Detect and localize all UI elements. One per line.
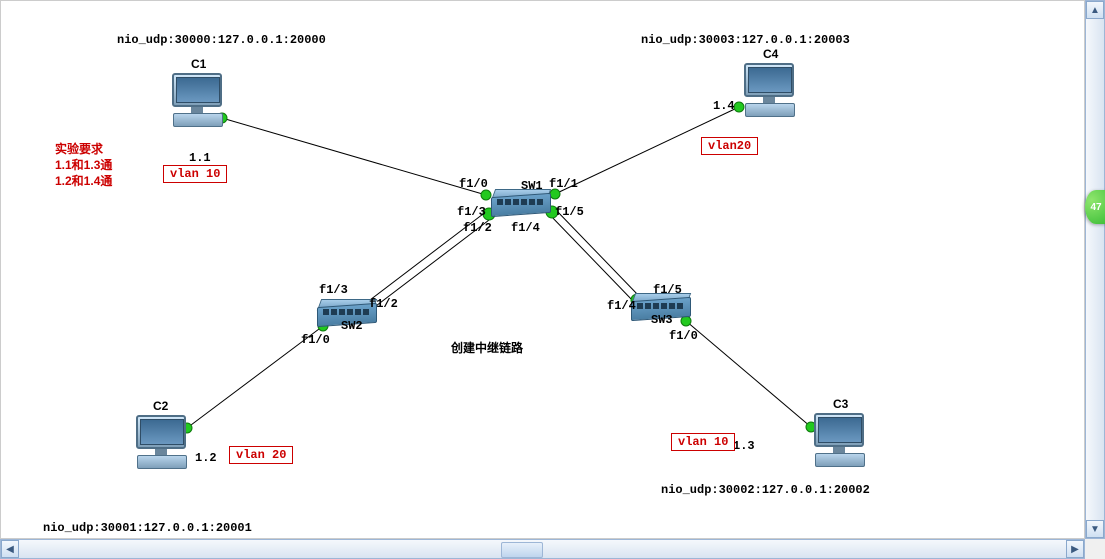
port-sw2-f13: f1/3: [319, 283, 348, 297]
scroll-up-button[interactable]: ▲: [1086, 1, 1104, 19]
port-sw2-f12: f1/2: [369, 297, 398, 311]
host-c4[interactable]: [739, 63, 799, 118]
nio-c3: nio_udp:30002:127.0.0.1:20002: [661, 483, 870, 497]
label-c2: C2: [153, 399, 168, 413]
horizontal-scrollbar[interactable]: ◀ ▶: [0, 539, 1085, 559]
vlan-c2: vlan 20: [229, 446, 293, 464]
label-sw1: SW1: [521, 179, 543, 193]
port-sw2-f10: f1/0: [301, 333, 330, 347]
port-sw1-f10: f1/0: [459, 177, 488, 191]
label-sw2: SW2: [341, 319, 363, 333]
port-sw3-f14: f1/4: [607, 299, 636, 313]
label-c4: C4: [763, 47, 778, 61]
label-c3: C3: [833, 397, 848, 411]
host-c2[interactable]: [131, 415, 191, 470]
ip-c3: 1.3: [733, 439, 755, 453]
side-tab-badge[interactable]: 47: [1085, 190, 1105, 224]
host-c1[interactable]: [167, 73, 227, 128]
scroll-down-button[interactable]: ▼: [1086, 520, 1104, 538]
vlan-c3: vlan 10: [671, 433, 735, 451]
port-sw3-f10: f1/0: [669, 329, 698, 343]
port-sw3-f15: f1/5: [653, 283, 682, 297]
ip-c1: 1.1: [189, 151, 211, 165]
host-c3[interactable]: [809, 413, 869, 468]
port-sw1-f12: f1/2: [463, 221, 492, 235]
switch-sw1[interactable]: [491, 189, 549, 219]
label-sw3: SW3: [651, 313, 673, 327]
scroll-right-button[interactable]: ▶: [1066, 540, 1084, 558]
nio-c1: nio_udp:30000:127.0.0.1:20000: [117, 33, 326, 47]
center-note: 创建中继链路: [451, 339, 523, 356]
req-title: 实验要求: [55, 141, 112, 157]
nio-c2: nio_udp:30001:127.0.0.1:20001: [43, 521, 252, 535]
port-sw1-f14: f1/4: [511, 221, 540, 235]
vlan-c1: vlan 10: [163, 165, 227, 183]
label-c1: C1: [191, 57, 206, 71]
scroll-left-button[interactable]: ◀: [1, 540, 19, 558]
topology-canvas[interactable]: nio_udp:30000:127.0.0.1:20000 nio_udp:30…: [0, 0, 1085, 539]
ip-c4: 1.4: [713, 99, 735, 113]
vertical-scrollbar[interactable]: ▲ ▼: [1085, 0, 1105, 539]
port-sw1-f13: f1/3: [457, 205, 486, 219]
ip-c2: 1.2: [195, 451, 217, 465]
port-sw1-f11: f1/1: [549, 177, 578, 191]
requirements-block: 实验要求 1.1和1.3通 1.2和1.4通: [55, 141, 112, 189]
nio-c4: nio_udp:30003:127.0.0.1:20003: [641, 33, 850, 47]
vlan-c4: vlan20: [701, 137, 758, 155]
req-line1: 1.1和1.3通: [55, 157, 112, 173]
req-line2: 1.2和1.4通: [55, 173, 112, 189]
scroll-thumb[interactable]: [501, 542, 543, 558]
port-sw1-f15: f1/5: [555, 205, 584, 219]
